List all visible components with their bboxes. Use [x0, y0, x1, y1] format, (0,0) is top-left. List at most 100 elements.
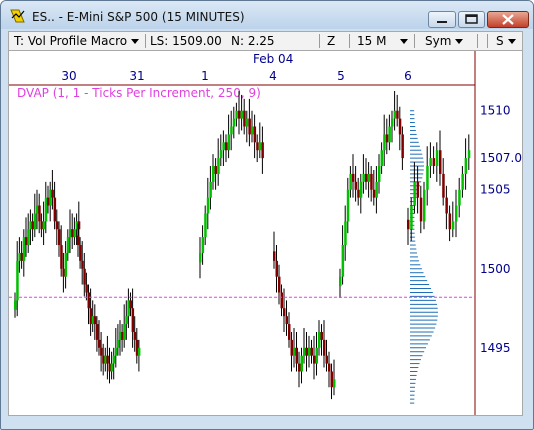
up-candle: [241, 111, 244, 119]
up-candle: [465, 158, 468, 174]
up-candle: [378, 166, 381, 182]
up-candle: [212, 166, 215, 182]
chevron-down-icon: [131, 39, 139, 44]
close-icon: [488, 12, 528, 27]
down-candle: [278, 277, 281, 293]
up-candle: [23, 237, 26, 261]
up-candle: [202, 237, 205, 253]
chevron-down-icon: [400, 39, 408, 44]
chart-window: ES.. - E-Mini S&P 500 (15 MINUTES) T: Vo…: [0, 0, 534, 430]
toolbar-divider: [487, 34, 488, 48]
up-candle: [316, 348, 319, 364]
up-candle: [381, 150, 384, 166]
up-candle: [65, 253, 68, 277]
last-sale-readout: LS: 1509.00: [150, 34, 222, 48]
down-candle: [420, 198, 423, 222]
down-candle: [25, 237, 28, 245]
down-candle: [81, 261, 84, 269]
interval-dropdown[interactable]: 15 M: [357, 34, 408, 48]
down-candle: [98, 340, 101, 348]
title-bar[interactable]: ES.. - E-Mini S&P 500 (15 MINUTES): [1, 1, 533, 29]
up-candle: [347, 190, 350, 222]
symbol-label: Sym: [425, 34, 451, 48]
up-candle: [125, 316, 128, 324]
up-candle: [207, 198, 210, 214]
toolbar-divider: [319, 34, 320, 48]
down-candle: [323, 340, 326, 356]
up-candle: [339, 277, 342, 286]
down-candle: [328, 364, 331, 372]
down-candle: [40, 221, 43, 229]
up-candle: [436, 150, 439, 166]
up-candle: [222, 142, 225, 150]
up-candle: [115, 348, 118, 356]
up-candle: [69, 229, 72, 237]
close-button[interactable]: [487, 11, 529, 28]
price-chart[interactable]: Feb 04 30 31 1 4 5 6 DVAP (1, 1 - Ticks …: [9, 51, 522, 415]
date-label-31: 31: [129, 69, 144, 83]
down-candle: [291, 340, 294, 356]
down-candle: [373, 190, 376, 198]
down-candle: [215, 166, 218, 174]
up-candle: [413, 182, 416, 206]
down-candle: [88, 292, 91, 308]
down-candle: [243, 111, 246, 127]
up-candle: [18, 253, 21, 261]
down-candle: [442, 174, 445, 198]
down-candle: [254, 127, 257, 143]
up-candle: [455, 206, 458, 222]
up-candle: [429, 158, 432, 166]
window-title: ES.. - E-Mini S&P 500 (15 MINUTES): [32, 10, 245, 24]
price-axis-label: 1510: [480, 104, 511, 118]
up-candle: [391, 119, 394, 127]
month-label: Feb 04: [253, 52, 293, 66]
zoom-button[interactable]: Z: [327, 34, 335, 48]
up-candle: [308, 348, 311, 356]
date-label-1: 1: [201, 69, 209, 83]
minimize-icon: [429, 12, 455, 27]
down-candle: [100, 348, 103, 356]
down-candle: [321, 332, 324, 340]
down-candle: [449, 213, 452, 229]
up-candle: [426, 166, 429, 190]
down-candle: [273, 251, 276, 260]
toolbar-divider: [414, 34, 415, 48]
up-candle: [14, 300, 17, 309]
down-candle: [401, 134, 404, 158]
down-candle: [399, 119, 402, 135]
up-candle: [383, 134, 386, 150]
up-candle: [461, 174, 464, 190]
up-candle: [43, 221, 46, 229]
up-candle: [251, 127, 254, 135]
down-candle: [94, 316, 97, 324]
up-candle: [67, 237, 70, 253]
up-candle: [458, 190, 461, 206]
maximize-button[interactable]: [458, 11, 485, 28]
down-candle: [288, 324, 291, 340]
up-candle: [318, 332, 321, 348]
down-candle: [21, 253, 24, 261]
interval-label: 15 M: [357, 34, 386, 48]
chart-area[interactable]: Feb 04 30 31 1 4 5 6 DVAP (1, 1 - Ticks …: [8, 51, 523, 416]
down-candle: [77, 236, 80, 245]
down-candle: [281, 292, 284, 308]
minimize-button[interactable]: [428, 11, 456, 28]
scale-dropdown[interactable]: S: [496, 34, 516, 48]
toolbar-divider: [145, 34, 146, 48]
up-candle: [36, 206, 39, 214]
down-candle: [96, 324, 99, 340]
up-candle: [375, 182, 378, 198]
down-candle: [79, 245, 82, 261]
date-label-6: 6: [404, 69, 412, 83]
down-candle: [296, 348, 299, 364]
down-candle: [355, 182, 358, 190]
symbol-dropdown[interactable]: Sym: [425, 34, 463, 48]
net-change-readout: N: 2.25: [231, 34, 275, 48]
down-candle: [54, 198, 57, 222]
scale-label: S: [496, 34, 504, 48]
up-candle: [123, 324, 126, 340]
down-candle: [365, 174, 368, 182]
down-candle: [331, 371, 334, 387]
down-candle: [313, 356, 316, 364]
macro-dropdown[interactable]: T: Vol Profile Macro: [14, 34, 139, 48]
